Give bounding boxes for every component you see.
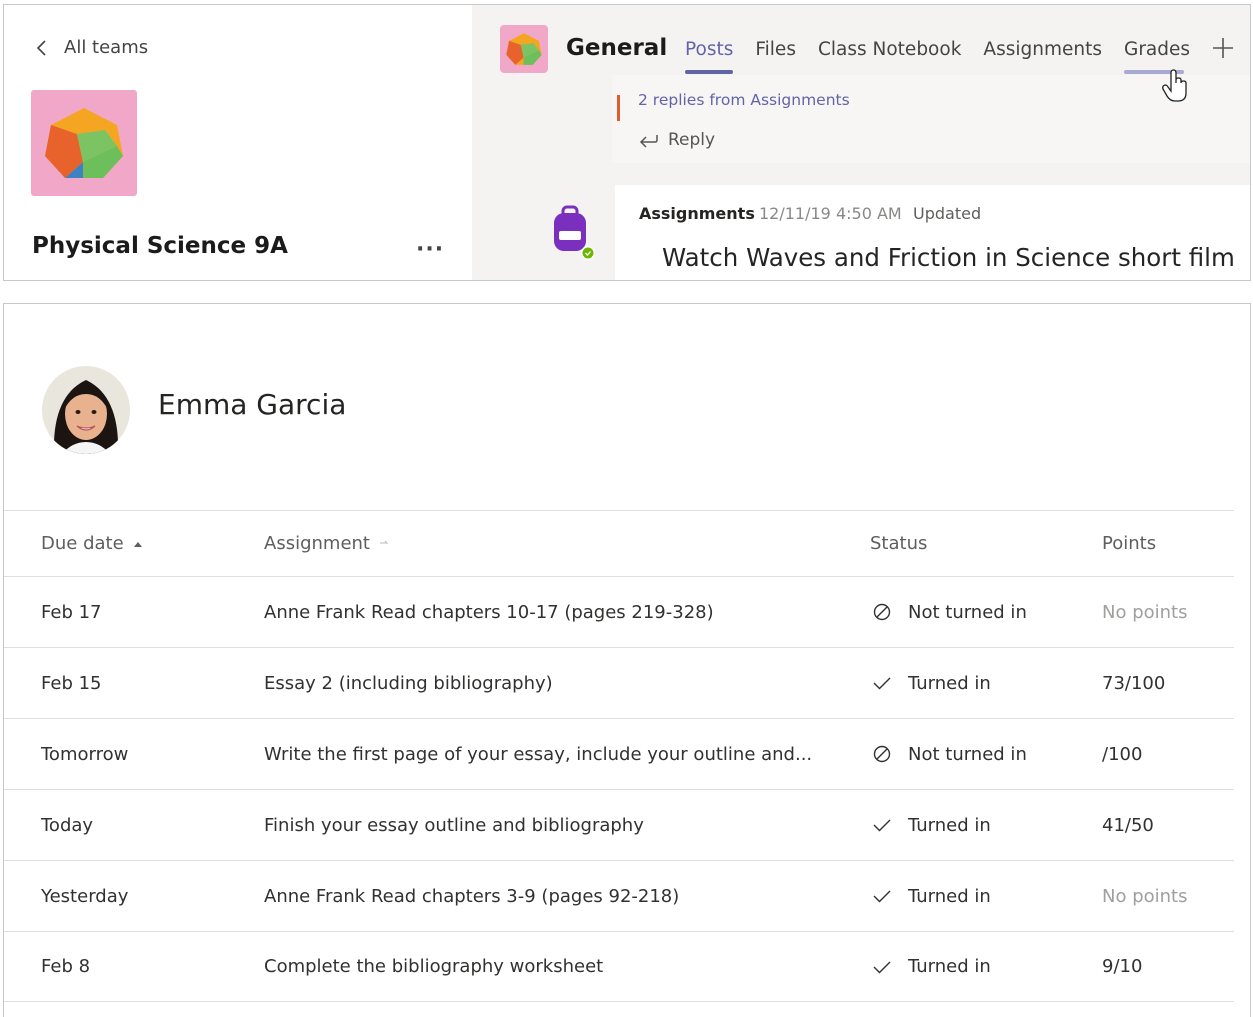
channel-tabs: Posts Files Class Notebook Assignments G… bbox=[685, 39, 1212, 74]
status-column-header[interactable]: Status bbox=[870, 511, 927, 576]
points-cell: 73/100 bbox=[1102, 672, 1166, 694]
status-label: Turned in bbox=[908, 885, 991, 907]
backpack-icon bbox=[554, 205, 586, 251]
table-row[interactable]: Tomorrow Write the first page of your es… bbox=[4, 718, 1234, 789]
status-cell: Not turned in bbox=[870, 577, 1027, 647]
not-turned-in-icon bbox=[873, 745, 891, 763]
assignment-column-header[interactable]: Assignment bbox=[264, 511, 390, 576]
reply-label: Reply bbox=[668, 130, 716, 150]
status-label: Turned in bbox=[908, 956, 991, 977]
sort-ascending-icon bbox=[133, 541, 142, 547]
student-portrait-icon bbox=[42, 366, 130, 454]
tab-posts[interactable]: Posts bbox=[685, 39, 734, 74]
replies-link[interactable]: 2 replies from Assignments bbox=[638, 91, 850, 109]
due-date-cell: Yesterday bbox=[41, 885, 129, 907]
channel-team-logo bbox=[500, 25, 548, 73]
status-label: Not turned in bbox=[908, 743, 1027, 765]
status-cell: Turned in bbox=[870, 648, 991, 718]
table-row[interactable]: Feb 8 Complete the bibliography workshee… bbox=[4, 931, 1234, 1002]
due-date-cell: Feb 17 bbox=[41, 601, 102, 623]
all-teams-label: All teams bbox=[64, 37, 149, 58]
channel-view: General Posts Files Class Notebook Assig… bbox=[472, 5, 1250, 280]
points-cell: 41/50 bbox=[1102, 814, 1154, 836]
tab-files[interactable]: Files bbox=[755, 39, 796, 60]
student-name: Emma Garcia bbox=[158, 388, 347, 421]
all-teams-link[interactable]: All teams bbox=[32, 37, 148, 58]
reply-arrow-icon bbox=[639, 135, 658, 148]
assignment-cell[interactable]: Complete the bibliography worksheet bbox=[264, 932, 603, 1001]
reply-indicator-bar bbox=[617, 95, 620, 121]
hand-pointer-cursor-icon bbox=[1162, 69, 1187, 102]
table-row[interactable]: Yesterday Anne Frank Read chapters 3-9 (… bbox=[4, 860, 1234, 931]
assignment-cell[interactable]: Anne Frank Read chapters 10-17 (pages 21… bbox=[264, 577, 714, 647]
presence-available-icon bbox=[582, 247, 594, 259]
due-date-column-header[interactable]: Due date bbox=[41, 511, 144, 576]
dodecahedron-icon bbox=[45, 108, 123, 178]
chevron-left-icon bbox=[36, 39, 46, 56]
status-cell: Not turned in bbox=[870, 719, 1027, 789]
checkmark-icon bbox=[873, 677, 891, 690]
message-updated-label: Updated bbox=[913, 204, 982, 223]
status-cell: Turned in bbox=[870, 861, 991, 931]
status-cell: Turned in bbox=[870, 790, 991, 860]
dodecahedron-icon bbox=[506, 33, 542, 65]
sort-indicator-icon bbox=[379, 540, 389, 544]
more-options-button[interactable]: ··· bbox=[416, 237, 444, 262]
table-header-row: Due date Assignment Status Points bbox=[4, 510, 1234, 576]
status-label: Not turned in bbox=[908, 601, 1027, 623]
due-date-header-label: Due date bbox=[41, 533, 124, 554]
table-row[interactable]: Today Finish your essay outline and bibl… bbox=[4, 789, 1234, 860]
points-cell: No points bbox=[1102, 601, 1188, 623]
team-sidebar: All teams Physical Science 9A ··· bbox=[4, 5, 472, 280]
message-timestamp: 12/11/19 4:50 AM bbox=[759, 204, 902, 223]
team-name: Physical Science 9A bbox=[32, 233, 288, 259]
table-row[interactable]: Feb 17 Anne Frank Read chapters 10-17 (p… bbox=[4, 576, 1234, 647]
due-date-cell: Today bbox=[41, 814, 94, 836]
points-cell: No points bbox=[1102, 885, 1188, 907]
tab-assignments[interactable]: Assignments bbox=[983, 39, 1102, 60]
message-title[interactable]: Watch Waves and Friction in Science shor… bbox=[662, 243, 1235, 272]
tab-grades[interactable]: Grades bbox=[1123, 39, 1190, 74]
points-cell: /100 bbox=[1102, 743, 1143, 765]
avatar bbox=[42, 366, 130, 454]
assignment-header-label: Assignment bbox=[264, 533, 370, 554]
status-label: Turned in bbox=[908, 672, 991, 694]
checkmark-icon bbox=[873, 961, 891, 973]
due-date-cell: Feb 15 bbox=[41, 672, 102, 694]
add-tab-icon[interactable] bbox=[1210, 35, 1236, 61]
table-row[interactable]: Feb 15 Essay 2 (including bibliography) … bbox=[4, 647, 1234, 718]
student-grades-panel: Emma Garcia Due date Assignment Status P… bbox=[3, 303, 1251, 1017]
checkmark-icon bbox=[873, 890, 891, 903]
message-sender: Assignments bbox=[639, 204, 755, 223]
due-date-cell: Feb 8 bbox=[41, 956, 91, 977]
not-turned-in-icon bbox=[873, 603, 891, 621]
assignment-cell[interactable]: Anne Frank Read chapters 3-9 (pages 92-2… bbox=[264, 861, 679, 931]
points-cell: 9/10 bbox=[1102, 956, 1143, 977]
checkmark-icon bbox=[873, 819, 891, 832]
status-cell: Turned in bbox=[870, 932, 991, 1001]
status-label: Turned in bbox=[908, 814, 991, 836]
points-column-header[interactable]: Points bbox=[1102, 511, 1156, 576]
assignments-bot-avatar bbox=[554, 205, 595, 260]
teams-channel-panel: All teams Physical Science 9A ··· Genera… bbox=[3, 4, 1251, 281]
due-date-cell: Tomorrow bbox=[41, 743, 129, 765]
channel-title: General bbox=[566, 35, 668, 61]
assignment-cell[interactable]: Finish your essay outline and bibliograp… bbox=[264, 790, 644, 860]
assignment-cell[interactable]: Essay 2 (including bibliography) bbox=[264, 648, 553, 718]
grades-table: Due date Assignment Status Points Feb 17… bbox=[4, 510, 1234, 1002]
tab-class-notebook[interactable]: Class Notebook bbox=[818, 39, 961, 60]
assignment-cell[interactable]: Write the first page of your essay, incl… bbox=[264, 719, 812, 789]
reply-button[interactable]: Reply bbox=[638, 130, 715, 150]
team-logo bbox=[31, 90, 137, 196]
